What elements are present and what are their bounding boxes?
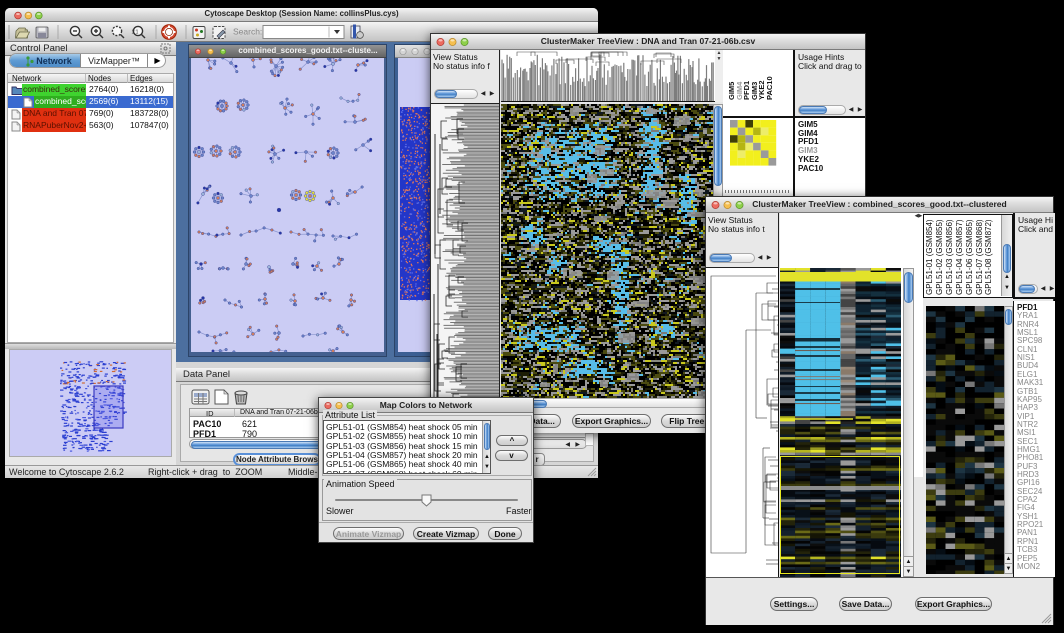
svg-text:1:1: 1:1 <box>132 30 139 36</box>
svg-text:Search:: Search: <box>233 27 262 37</box>
